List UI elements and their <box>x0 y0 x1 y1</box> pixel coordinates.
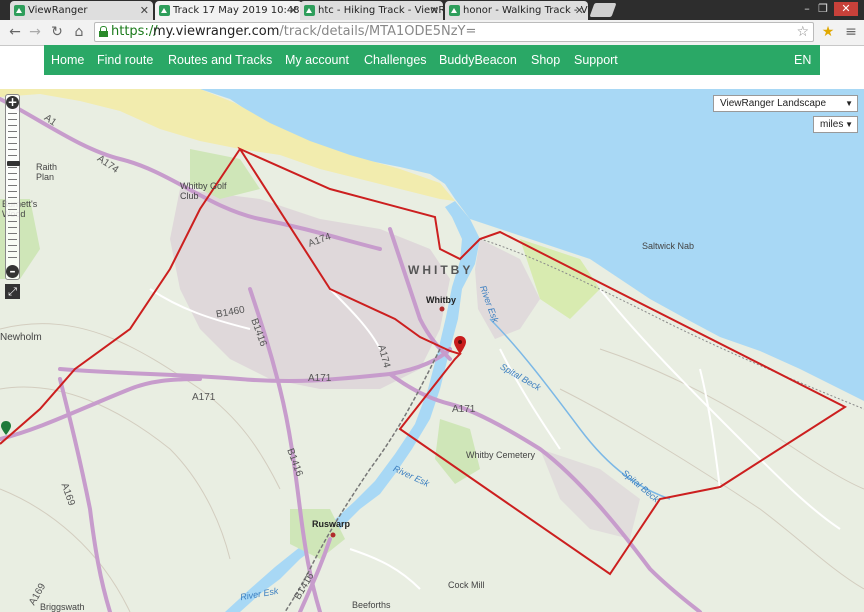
new-tab-button[interactable] <box>589 3 617 17</box>
label-whitby-cemetery: Whitby Cemetery <box>466 450 536 460</box>
restore-icon[interactable]: ❐ <box>816 2 830 16</box>
road-label-a171: A171 <box>192 392 216 403</box>
units-select[interactable]: miles ▼ <box>813 116 858 133</box>
nav-buddybeacon[interactable]: BuddyBeacon <box>439 45 517 75</box>
road-label-a171: A171 <box>308 373 332 384</box>
dropdown-arrow-icon: ▼ <box>845 120 853 129</box>
tab-close-icon[interactable]: ✕ <box>140 1 149 20</box>
close-window-icon[interactable]: ✕ <box>834 2 858 16</box>
nav-routes-and-tracks[interactable]: Routes and Tracks <box>168 45 272 75</box>
road-label-a171: A171 <box>452 404 476 415</box>
nav-home[interactable]: Home <box>51 45 84 75</box>
url-host-path: my.viewranger.com/track/details/MTA1ODE5… <box>153 23 476 41</box>
label-raith-plan: Raith Plan <box>36 162 58 182</box>
viewranger-favicon-icon <box>304 5 315 16</box>
forward-arrow-icon[interactable]: → <box>26 23 44 41</box>
dropdown-arrow-icon: ▼ <box>845 99 853 108</box>
tab-title: honor - Walking Track - View <box>463 5 588 16</box>
whitby-place-dot <box>439 306 445 312</box>
site-navigation: Home Find route Routes and Tracks My acc… <box>44 45 820 75</box>
tab-title: Track 17 May 2019 10:48:27 <box>173 5 302 16</box>
browser-tab-honor[interactable]: honor - Walking Track - View ✕ <box>445 1 588 20</box>
browser-tab-viewranger[interactable]: ViewRanger ✕ <box>10 1 153 20</box>
ruswarp-place-dot <box>330 532 336 538</box>
map-layer-select[interactable]: ViewRanger Landscape ▼ <box>713 95 858 112</box>
tab-close-icon[interactable]: ✕ <box>575 1 584 20</box>
tab-close-icon[interactable]: ✕ <box>289 1 298 20</box>
nav-my-account[interactable]: My account <box>285 45 349 75</box>
zoom-out-icon[interactable]: – <box>6 265 19 278</box>
viewranger-favicon-icon <box>159 5 170 16</box>
nav-find-route[interactable]: Find route <box>97 45 153 75</box>
label-whitby: WHITBY <box>408 263 474 277</box>
home-icon[interactable]: ⌂ <box>70 23 88 41</box>
viewranger-favicon-icon <box>449 5 460 16</box>
nav-shop[interactable]: Shop <box>531 45 560 75</box>
fullscreen-icon[interactable]: ⤢ <box>5 284 20 299</box>
browser-tab-strip: ViewRanger ✕ Track 17 May 2019 10:48:27 … <box>0 0 864 20</box>
label-saltwick-nab: Saltwick Nab <box>642 241 695 251</box>
tab-title: ViewRanger <box>28 5 88 16</box>
label-newholm: Newholm <box>0 332 42 343</box>
label-beeforths: Beeforths <box>352 600 391 610</box>
sea-area <box>0 89 864 401</box>
map-base-layer <box>0 89 864 612</box>
units-value: miles <box>820 119 844 130</box>
label-ruswarp: Ruswarp <box>312 519 351 529</box>
browser-tab-track[interactable]: Track 17 May 2019 10:48:27 ✕ <box>155 1 302 20</box>
url-host: my.viewranger.com <box>153 24 280 39</box>
zoom-in-icon[interactable]: + <box>6 96 19 109</box>
browser-toolbar: ← → ↻ ⌂ https:// my.viewranger.com/track… <box>0 20 864 46</box>
browser-tab-htc[interactable]: htc - Hiking Track - ViewRang ✕ <box>300 1 443 20</box>
extension-icon[interactable]: ★ <box>819 23 837 41</box>
track-end-pin-icon <box>454 336 466 354</box>
zoom-slider[interactable] <box>7 113 20 263</box>
address-bar[interactable]: https:// my.viewranger.com/track/details… <box>94 22 814 42</box>
tab-title: htc - Hiking Track - ViewRang <box>318 5 443 16</box>
url-path: /track/details/MTA1ODE5NzY= <box>279 24 477 39</box>
zoom-control[interactable]: + – <box>5 94 20 280</box>
url-scheme: https:// <box>111 24 158 39</box>
minimize-icon[interactable]: – <box>800 2 814 16</box>
lock-icon <box>99 26 108 37</box>
language-selector[interactable]: EN <box>794 45 811 75</box>
reload-icon[interactable]: ↻ <box>48 23 66 41</box>
tab-close-icon[interactable]: ✕ <box>430 1 439 20</box>
map-layer-value: ViewRanger Landscape <box>720 98 827 109</box>
zoom-slider-thumb[interactable] <box>7 161 20 166</box>
back-arrow-icon[interactable]: ← <box>6 23 24 41</box>
map-view[interactable]: WHITBY Whitby Saltwick Nab Newholm Ruswa… <box>0 89 864 612</box>
nav-challenges[interactable]: Challenges <box>364 45 427 75</box>
nav-support[interactable]: Support <box>574 45 618 75</box>
label-whitby-golf-club: Whitby Golf Club <box>180 181 227 201</box>
menu-icon[interactable]: ≡ <box>842 23 860 41</box>
label-whitby-small: Whitby <box>426 295 456 305</box>
label-cock-mill: Cock Mill <box>448 580 485 590</box>
bookmark-star-icon[interactable]: ☆ <box>796 23 809 41</box>
viewranger-favicon-icon <box>14 5 25 16</box>
track-start-pin-icon <box>1 421 11 435</box>
label-briggswath: Briggswath <box>40 602 85 612</box>
